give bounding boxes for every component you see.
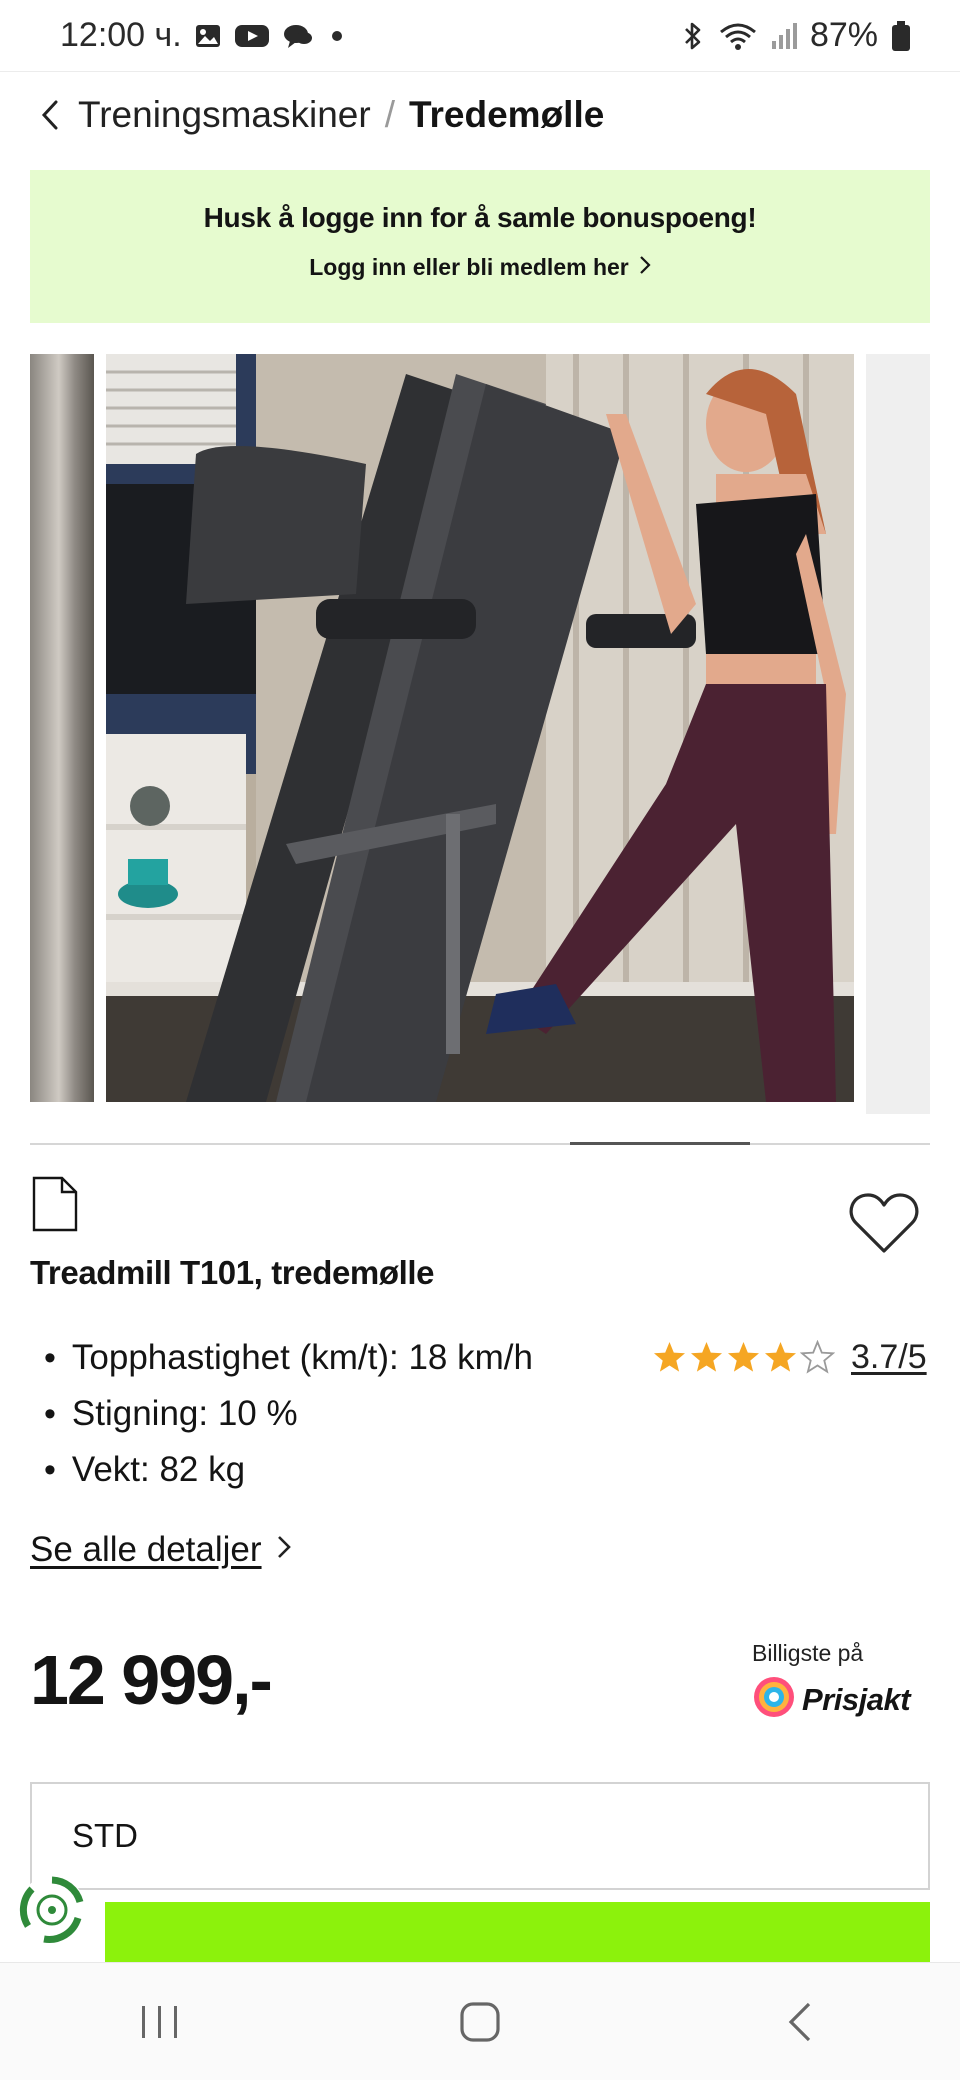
status-right: 87%	[680, 16, 912, 55]
product-image-gallery[interactable]	[30, 354, 930, 1114]
chat-icon	[282, 22, 314, 50]
see-all-details-link[interactable]: Se alle detaljer	[30, 1530, 292, 1570]
prisjakt-name: Prisjakt	[802, 1681, 911, 1717]
login-promo-banner: Husk å logge inn for å samle bonuspoeng!…	[30, 170, 930, 323]
status-time: 12:00 ч.	[60, 16, 182, 54]
battery-icon	[890, 20, 912, 52]
login-link-label: Logg inn eller bli medlem her	[309, 254, 629, 280]
wifi-icon	[718, 21, 758, 51]
product-specs-list: Topphastighet (km/t): 18 km/h Stigning: …	[30, 1330, 533, 1498]
chevron-left-icon[interactable]	[30, 88, 70, 142]
status-bar: 12:00 ч. 87%	[0, 0, 960, 72]
star-empty-icon	[800, 1339, 835, 1374]
breadcrumb-current: Tredemølle	[408, 94, 605, 135]
chevron-right-icon	[276, 1530, 292, 1570]
dot-icon	[326, 22, 348, 50]
status-left: 12:00 ч.	[60, 16, 348, 55]
home-icon[interactable]	[420, 1982, 540, 2062]
prisjakt-logo-icon	[752, 1675, 796, 1724]
gallery-main-image[interactable]	[106, 354, 854, 1102]
variant-selector[interactable]: STD	[30, 1782, 930, 1890]
breadcrumb-separator: /	[384, 94, 395, 135]
add-to-cart-button[interactable]	[105, 1902, 930, 1962]
signal-icon	[770, 21, 798, 51]
gallery-icon	[194, 22, 222, 50]
recycle-icon[interactable]	[12, 1870, 92, 1950]
star-filled-icon	[765, 1341, 796, 1372]
star-filled-icon	[691, 1341, 722, 1372]
battery-percent: 87%	[809, 16, 878, 54]
breadcrumb: Treningsmaskiner / Tredemølle	[30, 88, 604, 142]
gallery-previous-image[interactable]	[30, 354, 94, 1102]
star-filled-icon	[654, 1341, 685, 1372]
prisjakt-caption: Billigste på	[752, 1640, 864, 1666]
bluetooth-icon	[680, 21, 706, 51]
breadcrumb-parent-link[interactable]: Treningsmaskiner	[78, 94, 371, 136]
gallery-scroll-indicator	[30, 1142, 930, 1145]
document-icon[interactable]	[30, 1176, 80, 1232]
rating-stars	[652, 1339, 835, 1375]
gallery-scroll-thumb	[570, 1142, 750, 1145]
back-icon[interactable]	[740, 1982, 860, 2062]
login-link[interactable]: Logg inn eller bli medlem her	[309, 254, 651, 281]
product-price: 12 999,-	[30, 1641, 273, 1719]
spec-item: Topphastighet (km/t): 18 km/h	[30, 1330, 533, 1386]
variant-value: STD	[72, 1817, 138, 1854]
chevron-right-icon	[639, 254, 651, 281]
rating-score-link[interactable]: 3.7/5	[851, 1338, 927, 1377]
star-filled-icon	[728, 1341, 759, 1372]
recent-apps-icon[interactable]	[100, 1982, 220, 2062]
promo-title: Husk å logge inn for å samle bonuspoeng!	[203, 202, 757, 233]
prisjakt-badge[interactable]: Billigste på Prisjakt	[752, 1640, 942, 1724]
product-rating[interactable]: 3.7/5	[652, 1333, 927, 1381]
prisjakt-brand: Prisjakt	[752, 1675, 942, 1724]
product-title: Treadmill T101, tredemølle	[30, 1254, 435, 1291]
see-all-details-label: Se alle detaljer	[30, 1530, 262, 1569]
spec-item: Vekt: 82 kg	[30, 1442, 533, 1498]
spec-item: Stigning: 10 %	[30, 1386, 533, 1442]
android-navigation-bar	[0, 1962, 960, 2080]
youtube-icon	[234, 22, 270, 50]
gallery-next-image[interactable]	[866, 354, 930, 1114]
favorite-button[interactable]	[848, 1192, 920, 1258]
heart-icon	[848, 1191, 920, 1260]
